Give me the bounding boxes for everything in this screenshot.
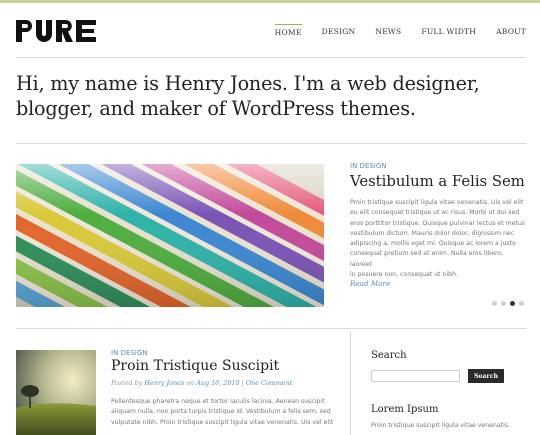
- main-nav: HOME DESIGN NEWS FULL WIDTH ABOUT: [255, 24, 526, 41]
- accent-bar: [0, 0, 540, 3]
- header-divider: [16, 57, 526, 58]
- read-more-link[interactable]: Read More: [350, 279, 390, 288]
- featured-excerpt-line: consequat pretium sed at enim. Nulla ero…: [350, 250, 504, 268]
- hero-line-1: Hi, my name is Henry Jones. I'm a web de…: [16, 72, 480, 95]
- slider-dot-active[interactable]: [510, 301, 515, 306]
- lorem-widget-title: Lorem Ipsum: [371, 404, 439, 415]
- slider-dot[interactable]: [519, 301, 524, 306]
- featured-excerpt-line: eu elit consequat tristique ut ac risus.…: [350, 209, 520, 217]
- post-title[interactable]: Proin Tristique Suscipit: [111, 358, 279, 374]
- post-meta-separator: |: [241, 379, 244, 387]
- featured-excerpt-line: vestibulum dictum. Mauris dolor dolor, d…: [350, 229, 515, 237]
- featured-excerpt-line: Proin tristique suscipit ligula vitae ve…: [350, 199, 524, 206]
- search-button[interactable]: Search: [468, 369, 504, 383]
- post-excerpt-line: Pellentesque pharetra neque et tortor ia…: [111, 398, 325, 405]
- nav-home[interactable]: HOME: [274, 24, 302, 41]
- sidebar-divider: [350, 331, 351, 435]
- slider-dot[interactable]: [492, 301, 497, 306]
- post-meta-posted: Posted by: [111, 379, 143, 387]
- post-meta-on: on: [186, 379, 195, 387]
- featured-category-link[interactable]: IN DESIGN: [350, 162, 387, 170]
- nav-full-width[interactable]: FULL WIDTH: [421, 24, 476, 41]
- pure-logo-mark: [16, 20, 96, 42]
- post-meta: Posted by Henry Jones on Aug 16, 2010 | …: [111, 379, 292, 387]
- featured-excerpt: Proin tristique suscipit ligula vitae ve…: [350, 198, 526, 280]
- post-date-link[interactable]: Aug 16, 2010: [196, 379, 239, 387]
- content-divider: [16, 328, 526, 329]
- post-author-link[interactable]: Henry Jones: [144, 379, 184, 387]
- post-comments-link[interactable]: One Comment: [246, 379, 293, 387]
- featured-excerpt-line: adipiscing a, mollis eget mi. Quisque ac…: [350, 240, 516, 248]
- slider-pagination: [492, 301, 524, 306]
- hero-line-2: blogger, and maker of WordPress themes.: [16, 97, 416, 120]
- nav-about[interactable]: ABOUT: [496, 24, 526, 41]
- hero-divider: [16, 143, 526, 144]
- featured-image[interactable]: [16, 164, 324, 307]
- nav-design[interactable]: DESIGN: [322, 24, 356, 41]
- post-category-link[interactable]: IN DESIGN: [111, 349, 148, 357]
- post-excerpt: Pellentesque pharetra neque et tortor ia…: [111, 397, 337, 428]
- landscape-photo: [16, 350, 96, 435]
- featured-excerpt-line: eros porttitor tristique. Quisque pulvin…: [350, 219, 525, 227]
- search-widget-title: Search: [371, 350, 407, 361]
- post-thumbnail[interactable]: [16, 350, 96, 435]
- featured-title[interactable]: Vestibulum a Felis Sem: [350, 173, 525, 190]
- nav-news[interactable]: NEWS: [375, 24, 401, 41]
- hero-intro: Hi, my name is Henry Jones. I'm a web de…: [16, 71, 521, 121]
- slider-dot[interactable]: [501, 301, 506, 306]
- post-excerpt-line: vulputate nibh. Proin tristique suscipit…: [111, 418, 334, 426]
- lorem-widget-text: Proin tristique suscipit ligula vitae ve…: [371, 422, 511, 429]
- site-logo[interactable]: [16, 20, 98, 42]
- folders-photo: [16, 164, 324, 307]
- post-excerpt-line: aliquam nulla, non porta turpis tristiqu…: [111, 408, 331, 416]
- search-input[interactable]: [371, 370, 460, 382]
